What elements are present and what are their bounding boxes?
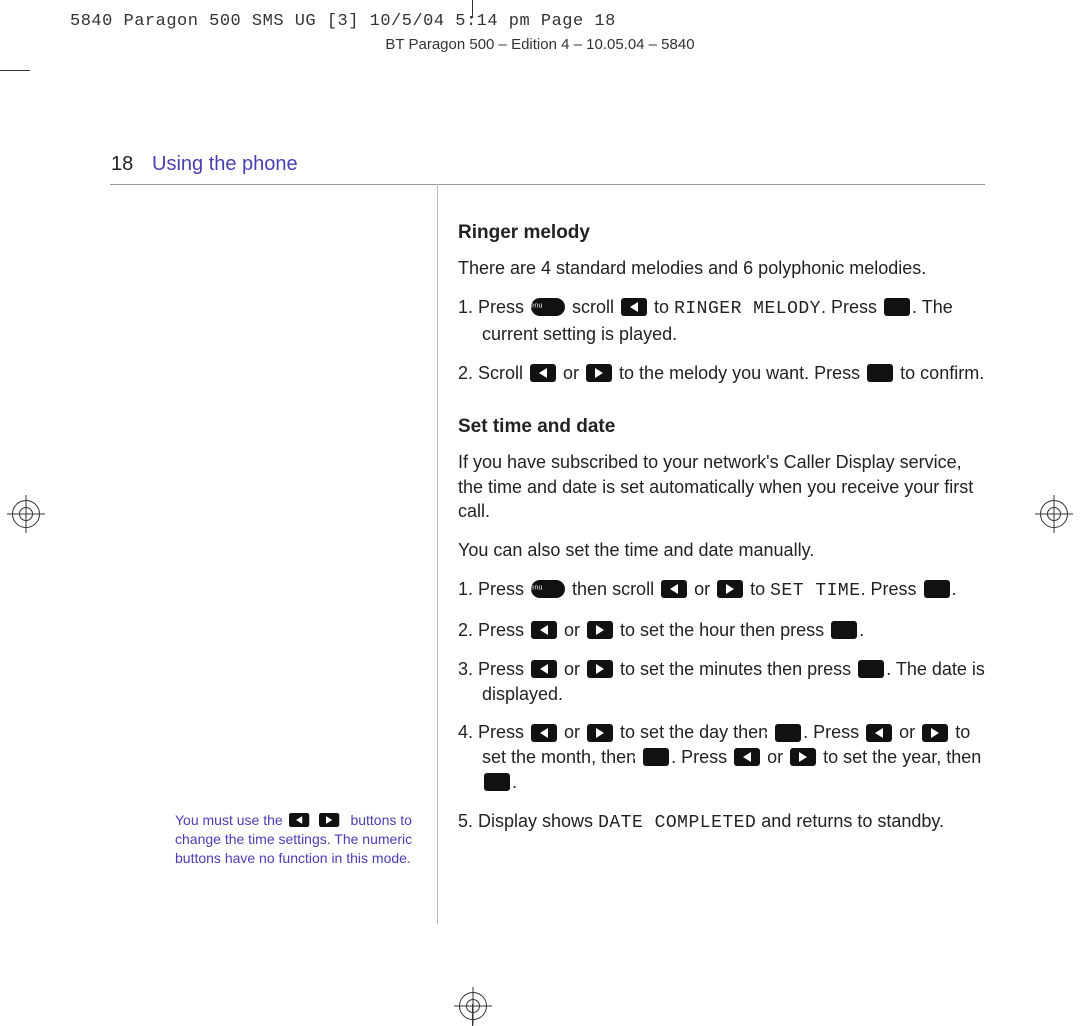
right-arrow-button-icon (790, 748, 816, 766)
settime-heading: Set time and date (458, 414, 988, 440)
ringer-heading: Ringer melody (458, 220, 988, 246)
left-arrow-button-icon (734, 748, 760, 766)
right-arrow-button-icon (587, 660, 613, 678)
check-button-icon (858, 660, 884, 678)
check-button-icon (775, 724, 801, 742)
menu-button-icon (531, 580, 565, 598)
left-arrow-button-icon (531, 724, 557, 742)
registration-target-icon (459, 992, 487, 1020)
ringer-step-1: 1. Press scroll to RINGER MELODY. Press … (458, 295, 988, 347)
registration-target-icon (12, 500, 40, 528)
main-content: Ringer melody There are 4 standard melod… (458, 220, 988, 850)
registration-target-icon (1040, 500, 1068, 528)
settime-step-3: 3. Press or to set the minutes then pres… (458, 657, 988, 707)
crop-mark (0, 70, 30, 71)
crop-mark (472, 0, 473, 18)
ringer-intro: There are 4 standard melodies and 6 poly… (458, 256, 988, 281)
settime-step-5: 5. Display shows DATE COMPLETED and retu… (458, 809, 988, 836)
left-arrow-button-icon (531, 660, 557, 678)
settime-step-2: 2. Press or to set the hour then press . (458, 618, 988, 643)
column-divider (437, 184, 438, 924)
check-button-icon (643, 748, 669, 766)
edition-line: BT Paragon 500 – Edition 4 – 10.05.04 – … (0, 36, 1080, 53)
left-arrow-button-icon (531, 621, 557, 639)
right-arrow-button-icon (586, 364, 612, 382)
ringer-step-2: 2. Scroll or to the melody you want. Pre… (458, 361, 988, 386)
page-number: 18 (111, 153, 133, 176)
right-arrow-button-icon (922, 724, 948, 742)
horizontal-rule (110, 184, 985, 185)
left-arrow-button-icon (621, 298, 647, 316)
left-arrow-button-icon (530, 364, 556, 382)
settime-step-4: 4. Press or to set the day then . Press … (458, 720, 988, 794)
right-arrow-button-icon (587, 724, 613, 742)
print-job-header: 5840 Paragon 500 SMS UG [3] 10/5/04 5:14… (70, 12, 616, 31)
right-arrow-button-icon (319, 813, 339, 827)
left-arrow-button-icon (661, 580, 687, 598)
settime-intro-2: You can also set the time and date manua… (458, 538, 988, 563)
section-title: Using the phone (152, 153, 298, 176)
left-arrow-button-icon (289, 813, 309, 827)
check-button-icon (831, 621, 857, 639)
check-button-icon (867, 364, 893, 382)
settime-intro-1: If you have subscribed to your network's… (458, 450, 988, 524)
settime-step-1: 1. Press then scroll or to SET TIME. Pre… (458, 577, 988, 604)
menu-button-icon (531, 298, 565, 316)
right-arrow-button-icon (587, 621, 613, 639)
right-arrow-button-icon (717, 580, 743, 598)
margin-note: You must use the buttons to change the t… (175, 811, 425, 868)
check-button-icon (484, 773, 510, 791)
check-button-icon (924, 580, 950, 598)
left-arrow-button-icon (866, 724, 892, 742)
check-button-icon (884, 298, 910, 316)
